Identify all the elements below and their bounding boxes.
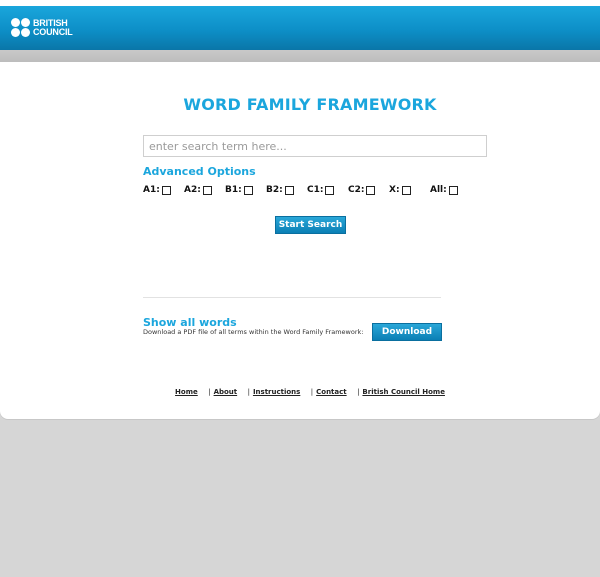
level-filter-row: A1: A2: B1: B2: C1: C2: X: All: [0,185,600,199]
footer-link-contact[interactable]: Contact [316,388,347,396]
footer-link-home[interactable]: Home [175,388,198,396]
level-all-checkbox[interactable] [448,185,458,195]
advanced-options-title: Advanced Options [143,165,256,178]
footer-separator: | [310,388,314,396]
footer-separator: | [357,388,360,396]
level-c2: C2: [348,185,376,195]
level-label: All: [430,185,447,195]
footer-link-instructions[interactable]: Instructions [253,388,300,396]
footer-link-about[interactable]: About [214,388,238,396]
level-a2-checkbox[interactable] [202,185,212,195]
level-b1-checkbox[interactable] [243,185,253,195]
search-input[interactable] [143,135,487,157]
show-all-words-description: Download a PDF file of all terms within … [143,328,364,336]
level-c2-checkbox[interactable] [366,185,376,195]
download-button[interactable]: Download [372,323,442,341]
main-panel: WORD FAMILY FRAMEWORK Advanced Options A… [0,62,600,419]
level-label: A2: [184,185,201,195]
level-all: All: [430,185,458,195]
logo-line-2: COUNCIL [33,26,73,37]
level-a2: A2: [184,185,212,195]
level-c1-checkbox[interactable] [325,185,335,195]
level-label: A1: [143,185,160,195]
level-x: X: [389,185,411,195]
level-b1: B1: [225,185,253,195]
level-a1: A1: [143,185,171,195]
footer-links: Home | About | Instructions | Contact | Brit… [0,388,600,396]
start-search-button[interactable]: Start Search [275,216,346,234]
level-label: B2: [266,185,283,195]
level-label: C2: [348,185,365,195]
level-c1: C1: [307,185,335,195]
british-council-logo[interactable]: BRITISH COUNCIL [11,18,73,37]
page-title: WORD FAMILY FRAMEWORK [183,95,437,114]
level-label: B1: [225,185,242,195]
footer-separator: | [208,388,211,396]
footer-separator: | [247,388,250,396]
header-shadow-strip [0,50,600,62]
footer-link-british-council-home[interactable]: British Council Home [362,388,445,396]
logo-dots-icon [11,18,30,37]
logo-text: BRITISH COUNCIL [33,18,73,37]
level-b2: B2: [266,185,294,195]
level-label: X: [389,185,400,195]
header-bar: BRITISH COUNCIL [0,0,600,50]
level-x-checkbox[interactable] [401,185,411,195]
section-divider [143,297,441,298]
level-b2-checkbox[interactable] [284,185,294,195]
level-a1-checkbox[interactable] [161,185,171,195]
level-label: C1: [307,185,324,195]
